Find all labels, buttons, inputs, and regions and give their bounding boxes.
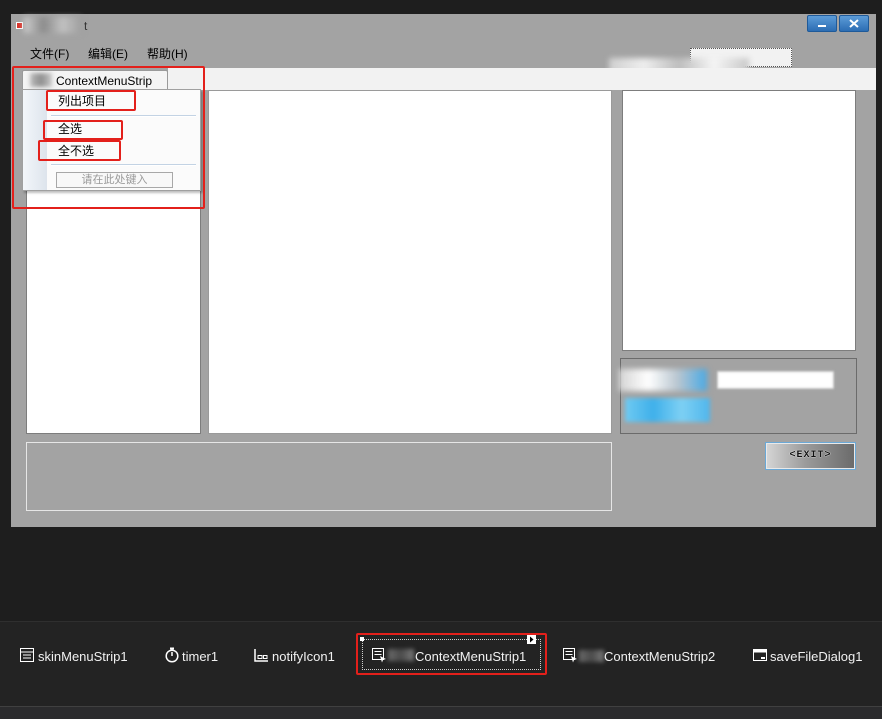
tray-item-label: timer1 bbox=[182, 649, 219, 664]
context-menu-strip-tab-label: ContextMenuStrip bbox=[56, 74, 153, 88]
redacted-blur bbox=[30, 73, 52, 87]
center-panel[interactable] bbox=[208, 90, 612, 434]
context-menu-design-band bbox=[168, 68, 876, 90]
tray-item-savefiledialog1[interactable]: saveFileDialog1 bbox=[750, 622, 868, 682]
tray-item-label: skinMenuStrip1 bbox=[38, 649, 128, 664]
tray-item-skinmenustrip1[interactable]: skinMenuStrip1 bbox=[17, 622, 133, 682]
tray-item-contextmenustrip2[interactable]: ContextMenuStrip2 bbox=[560, 622, 722, 682]
close-button[interactable] bbox=[839, 15, 869, 32]
redacted-blur bbox=[388, 649, 414, 661]
context-menu-strip-icon bbox=[372, 648, 386, 663]
menu-strip-icon bbox=[20, 648, 34, 662]
close-icon bbox=[849, 19, 859, 28]
tray-item-label: ContextMenuStrip1 bbox=[415, 649, 527, 664]
tray-item-timer1[interactable]: timer1 bbox=[162, 622, 224, 682]
exit-button-label: <EXIT> bbox=[789, 450, 832, 461]
minimize-button[interactable] bbox=[807, 15, 837, 32]
right-panel[interactable] bbox=[622, 90, 856, 351]
redacted-blur bbox=[619, 369, 707, 391]
tray-item-label: ContextMenuStrip2 bbox=[604, 649, 716, 664]
redacted-blur bbox=[579, 650, 604, 662]
context-menu-dropdown: 列出项目 全选 全不选 请在此处键入 bbox=[22, 89, 201, 191]
component-tray: skinMenuStrip1 timer1 notifyIcon1 Contex… bbox=[0, 621, 882, 706]
tray-item-contextmenustrip1[interactable]: ContextMenuStrip1 bbox=[360, 635, 541, 670]
menu-item-select-all[interactable]: 全选 bbox=[23, 118, 200, 140]
tray-item-label: saveFileDialog1 bbox=[770, 649, 863, 664]
right-group-box bbox=[619, 358, 857, 434]
menu-item-select-none[interactable]: 全不选 bbox=[23, 140, 200, 162]
menu-file[interactable]: 文件(F) bbox=[30, 47, 69, 61]
context-menu-strip-tab[interactable]: ContextMenuStrip bbox=[22, 70, 168, 90]
tray-item-label: notifyIcon1 bbox=[272, 649, 335, 664]
designer-bottom-strip bbox=[0, 706, 882, 719]
form-title: t bbox=[84, 19, 88, 33]
menu-item-label: 全不选 bbox=[58, 144, 95, 158]
menu-edit[interactable]: 编辑(E) bbox=[88, 47, 128, 61]
menu-item-label: 全选 bbox=[58, 122, 83, 136]
menu-item-list-items[interactable]: 列出项目 bbox=[23, 90, 200, 112]
menu-separator bbox=[51, 164, 196, 166]
menu-item-label: 列出项目 bbox=[58, 94, 107, 108]
form-app-icon bbox=[16, 22, 23, 29]
menu-help[interactable]: 帮助(H) bbox=[147, 47, 188, 61]
designer-form[interactable]: t 文件(F) 编辑(E) 帮助(H) <EXIT> ContextMenuSt… bbox=[11, 14, 876, 527]
context-menu-strip-icon bbox=[563, 648, 577, 663]
tray-item-notifyicon1[interactable]: notifyIcon1 bbox=[251, 622, 343, 682]
save-file-dialog-icon bbox=[753, 649, 767, 661]
smart-tag-button[interactable] bbox=[527, 635, 536, 644]
menu-separator bbox=[51, 115, 196, 117]
exit-button[interactable]: <EXIT> bbox=[765, 442, 856, 470]
selection-handle[interactable] bbox=[360, 637, 364, 641]
redacted-blur bbox=[24, 17, 82, 33]
form-title-bar[interactable]: t bbox=[11, 14, 876, 38]
type-here-box[interactable]: 请在此处键入 bbox=[56, 172, 173, 188]
minimize-icon bbox=[818, 25, 826, 27]
timer-icon bbox=[165, 647, 179, 663]
smart-tag-arrow-icon bbox=[530, 636, 534, 643]
group-text-field[interactable] bbox=[717, 371, 834, 389]
bottom-text-box[interactable] bbox=[26, 442, 612, 511]
notify-icon-icon bbox=[254, 649, 268, 662]
redacted-button[interactable] bbox=[625, 398, 710, 422]
